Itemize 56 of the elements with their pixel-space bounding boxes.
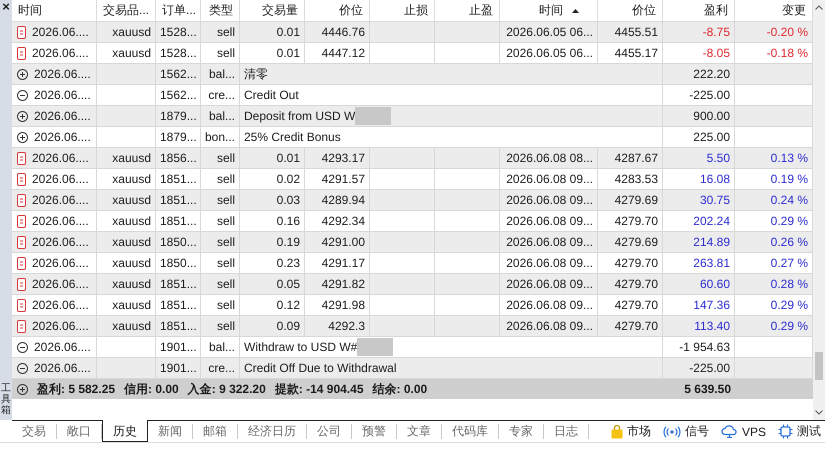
minus-circle-icon[interactable] bbox=[17, 90, 28, 100]
shopping-bag-icon bbox=[610, 424, 623, 438]
tab[interactable]: 邮箱 bbox=[193, 424, 238, 439]
minus-circle-icon[interactable] bbox=[17, 362, 28, 374]
document-icon bbox=[17, 256, 26, 270]
tab[interactable]: 交易 bbox=[12, 424, 57, 439]
table-cell: Withdraw to USD W# bbox=[244, 340, 358, 354]
tab[interactable]: 日志 bbox=[544, 424, 589, 439]
scroll-down-icon[interactable] bbox=[815, 410, 823, 415]
document-icon bbox=[17, 172, 26, 186]
broadcast-icon bbox=[662, 426, 681, 438]
document-icon bbox=[17, 26, 26, 38]
table-cell: Deposit from USD W bbox=[244, 109, 356, 123]
tab[interactable]: 新闻 bbox=[148, 424, 193, 439]
service-button[interactable]: 测试 bbox=[778, 423, 821, 440]
tab[interactable]: 公司 bbox=[307, 424, 352, 439]
plus-circle-icon[interactable] bbox=[17, 68, 28, 80]
document-icon bbox=[17, 278, 26, 290]
document-icon bbox=[17, 46, 26, 60]
tab[interactable]: 预警 bbox=[352, 424, 397, 439]
plus-circle-icon[interactable] bbox=[17, 384, 28, 394]
scroll-up-icon[interactable] bbox=[815, 5, 823, 10]
tab[interactable]: 专家 bbox=[499, 424, 544, 439]
close-button[interactable]: × bbox=[2, 0, 10, 14]
scrollbar[interactable] bbox=[813, 0, 825, 420]
sort-ascending-icon bbox=[572, 8, 579, 12]
chip-icon bbox=[778, 424, 793, 439]
scrollbar-thumb[interactable] bbox=[815, 352, 823, 380]
summary-value: 结余: 0.00 bbox=[372, 380, 428, 398]
tab[interactable]: 代码库 bbox=[442, 424, 499, 439]
document-icon bbox=[17, 298, 26, 312]
document-icon bbox=[17, 152, 26, 164]
toolbox-title[interactable]: 工具箱 bbox=[1, 383, 11, 416]
summary-value: 信用: 0.00 bbox=[124, 380, 179, 398]
summary-total: 5 639.50 bbox=[683, 381, 732, 398]
table-cell: 清零 bbox=[244, 66, 268, 82]
tab[interactable]: 经济日历 bbox=[238, 424, 307, 439]
service-button[interactable]: 信号 bbox=[662, 423, 709, 440]
document-icon bbox=[17, 236, 26, 248]
document-icon bbox=[17, 194, 26, 206]
document-icon bbox=[17, 214, 26, 228]
table-cell: Credit Out bbox=[244, 88, 299, 102]
summary-value: 盈利: 5 582.25 bbox=[37, 380, 116, 398]
plus-circle-icon[interactable] bbox=[17, 132, 28, 142]
document-icon bbox=[17, 320, 26, 332]
summary-value: 入金: 9 322.20 bbox=[188, 380, 266, 398]
tab[interactable]: 文章 bbox=[397, 424, 442, 439]
cloud-icon bbox=[720, 425, 738, 438]
summary-value: 提款: -14 904.45 bbox=[274, 380, 364, 398]
service-button[interactable]: 市场 bbox=[610, 423, 651, 440]
tab[interactable]: 历史 bbox=[102, 420, 148, 442]
service-button[interactable]: VPS bbox=[720, 424, 766, 438]
plus-circle-icon[interactable] bbox=[17, 110, 28, 122]
table-cell: Credit Off Due to Withdrawal bbox=[244, 361, 397, 375]
table-cell: 25% Credit Bonus bbox=[244, 130, 341, 144]
minus-circle-icon[interactable] bbox=[17, 342, 28, 352]
